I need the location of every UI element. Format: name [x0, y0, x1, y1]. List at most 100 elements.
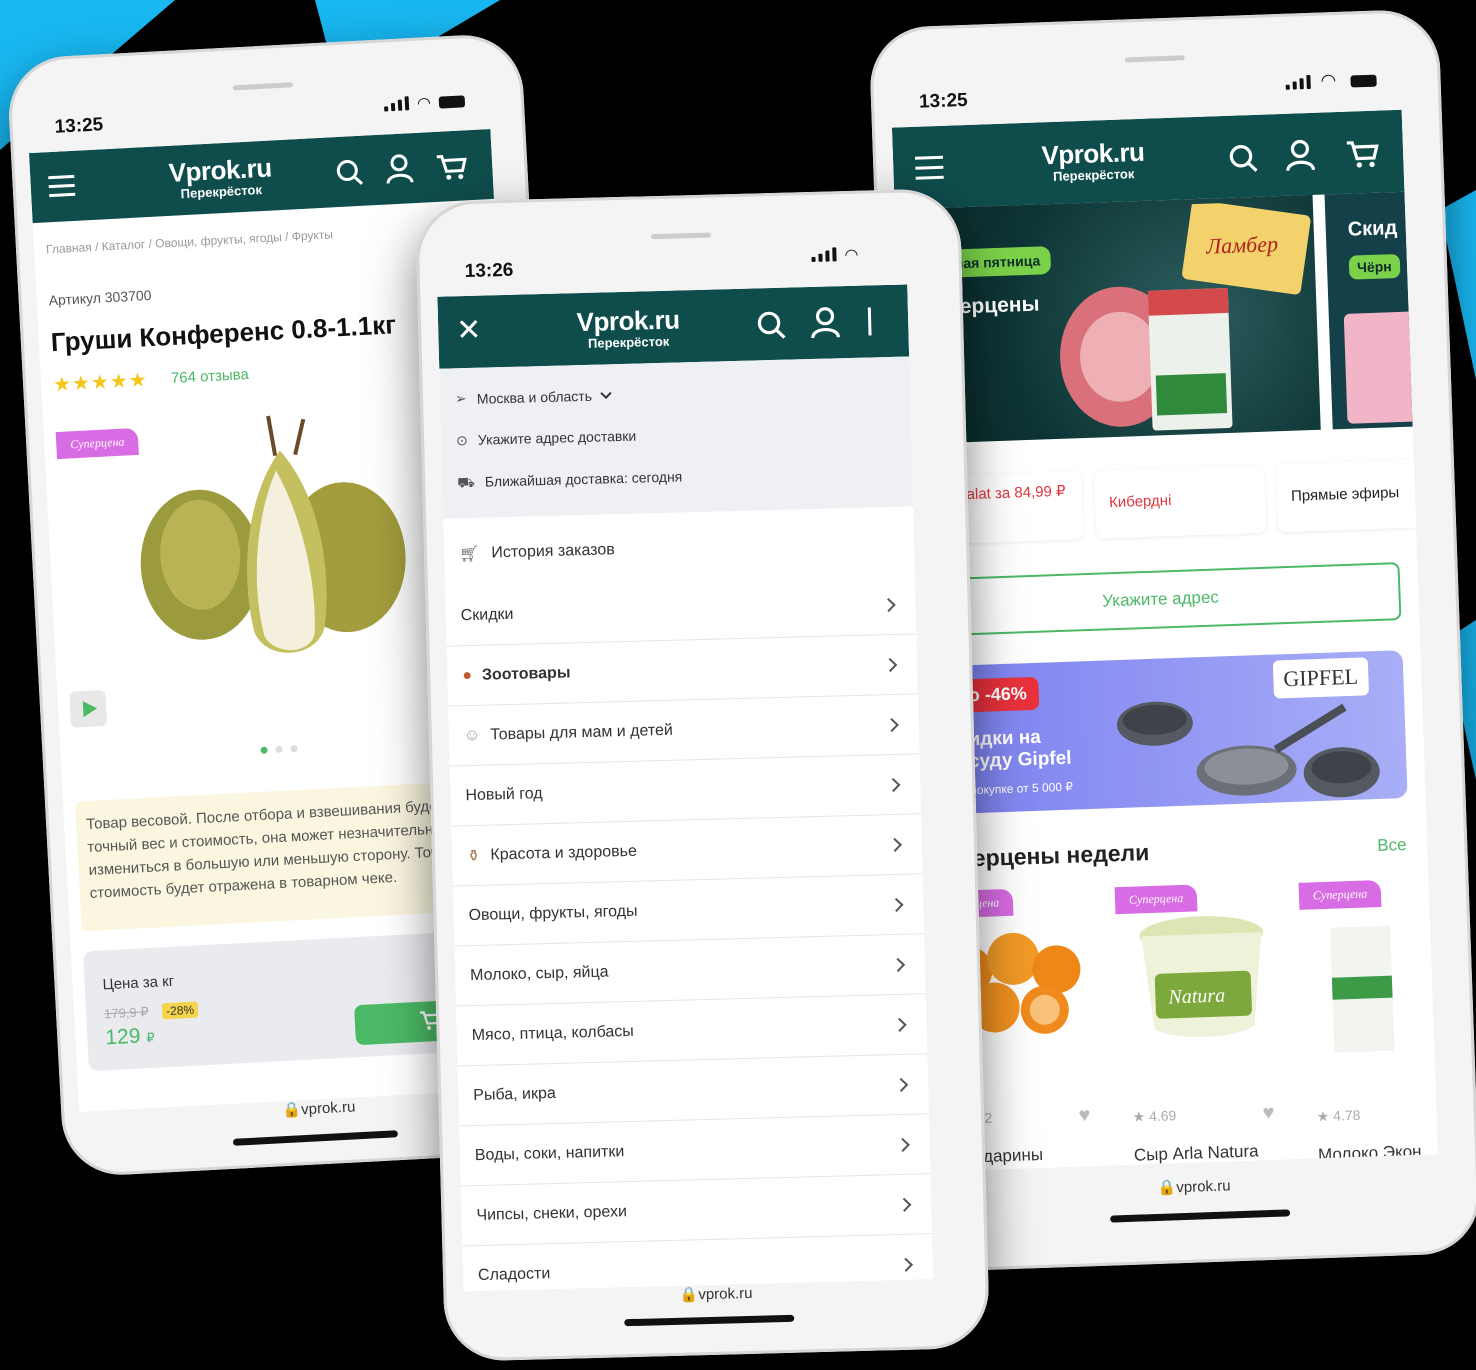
product-rating: ★ 4.69	[1132, 1107, 1177, 1125]
baby-icon: ☺	[463, 726, 481, 744]
chip-cyberdays[interactable]: Киберднi	[1094, 464, 1267, 539]
user-icon[interactable]	[1285, 139, 1316, 172]
status-time: 13:26	[464, 259, 514, 283]
location-panel: ➢ Москва и область ⊙ Укажите адрес доста…	[439, 356, 914, 519]
logo-text: Vprok.ru	[576, 304, 680, 338]
menu-item-label: Овощи, фрукты, ягоды	[468, 902, 638, 924]
gipfel-promo-banner[interactable]: До -46% Скидки на посуду Gipfel при поку…	[922, 650, 1408, 815]
menu-icon[interactable]	[914, 155, 944, 180]
speaker	[1124, 55, 1185, 63]
category-menu: Скидки ● Зоотовары ☺ Товары для мам и дете…	[444, 574, 933, 1291]
breadcrumb[interactable]: Главная / Каталог / Овощи, фрукты, ягоды…	[46, 227, 334, 256]
address-prompt-label: Укажите адрес доставки	[477, 427, 637, 448]
menu-item-label: Молоко, сыр, яйца	[469, 963, 609, 984]
menu-icon[interactable]	[48, 174, 76, 198]
phone-menu-page: 13:26 ◠ ✕ Vprok.ru Перекрёсток ➢ Москва …	[414, 188, 991, 1362]
wifi-icon: ◠	[416, 95, 432, 113]
menu-item-label: Зоотовары	[481, 663, 571, 684]
location-pin-icon: ⊙	[455, 432, 469, 449]
superprice-badge: Суперцена	[1298, 879, 1382, 910]
price-label: Цена за кг	[102, 972, 175, 994]
menu-item-label: Товары для мам и детей	[489, 721, 674, 744]
menu-item-label: Новый год	[465, 784, 543, 804]
menu-item-label: Воды, соки, напитки	[474, 1142, 625, 1164]
battery-icon	[1350, 74, 1377, 88]
menu-item-label: Мясо, птица, колбасы	[471, 1022, 635, 1044]
close-icon[interactable]: ✕	[456, 314, 482, 348]
menu-item-label: Скидки	[460, 605, 514, 624]
search-icon[interactable]	[335, 158, 364, 187]
cart-icon[interactable]	[435, 152, 468, 182]
discount-badge: -28%	[161, 1001, 199, 1020]
cart-icon[interactable]	[1345, 139, 1380, 170]
favorite-icon[interactable]: ♥	[1078, 1104, 1091, 1127]
product-card[interactable]: Суперцена ★ 4.78 Молоко Экон	[1298, 873, 1438, 1164]
navigation-icon: ➢	[454, 390, 467, 407]
wifi-icon: ◠	[844, 246, 859, 265]
carousel-dots[interactable]	[260, 744, 298, 754]
reviews-link[interactable]: 764 отзыва	[171, 366, 250, 387]
order-history-link[interactable]: 🛒︎ История заказов	[459, 540, 615, 564]
svg-text:Natura: Natura	[1167, 984, 1225, 1008]
user-icon[interactable]	[810, 306, 841, 339]
product-image	[1330, 925, 1395, 1053]
cart-outline-icon: 🛒︎	[458, 545, 480, 564]
search-icon[interactable]	[756, 310, 787, 341]
play-icon	[82, 700, 98, 718]
signal-icon	[811, 247, 837, 262]
region-label: Москва и область	[476, 387, 593, 407]
beauty-icon: ⚱	[466, 847, 481, 865]
banner2-title: Скид	[1347, 217, 1398, 241]
order-history-label: История заказов	[491, 541, 615, 562]
chip-live[interactable]: Прямые эфиры	[1275, 459, 1429, 533]
address-prompt[interactable]: ⊙ Укажите адрес доставки	[456, 428, 637, 450]
home-indicator[interactable]	[232, 1130, 398, 1146]
home-indicator[interactable]	[624, 1314, 795, 1327]
cart-icon[interactable]	[867, 307, 877, 336]
screen: ✕ Vprok.ru Перекрёсток ➢ Москва и област…	[437, 284, 934, 1292]
signal-icon	[1285, 74, 1311, 90]
video-play-button[interactable]	[69, 689, 108, 728]
speaker	[232, 82, 293, 91]
cookware-image	[1116, 701, 1380, 798]
favorite-icon[interactable]: ♥	[1262, 1102, 1275, 1125]
region-selector[interactable]: ➢ Москва и область	[454, 386, 612, 407]
product-rating: ★ 4.78	[1316, 1106, 1361, 1125]
logo-text: Vprok.ru	[167, 152, 273, 188]
home-indicator[interactable]	[1110, 1209, 1291, 1223]
product-title: Груши Конференс 0.8-1.1кг	[50, 309, 397, 358]
menu-item-label: Красота и здоровье	[490, 842, 638, 864]
truck-icon: ⛟	[457, 473, 476, 491]
product-image: Natura	[1139, 916, 1264, 1038]
menu-item-label: Чипсы, снеки, орехи	[476, 1202, 628, 1224]
site-logo[interactable]: Vprok.ru Перекрёсток	[558, 304, 699, 350]
section-all-link[interactable]: Все	[1377, 835, 1407, 856]
product-name: Сыр Arla Natura	[1133, 1141, 1259, 1165]
search-icon[interactable]	[1228, 143, 1259, 174]
site-logo[interactable]: Vprok.ru Перекрёсток	[1018, 136, 1169, 184]
superprice-badge: Суперцена	[1114, 884, 1198, 915]
delivery-label: Ближайшая доставка: сегодня	[484, 468, 683, 490]
status-time: 13:25	[918, 89, 969, 113]
old-price: 179,9 ₽	[103, 1004, 149, 1022]
browser-url[interactable]: 🔒vprok.ru	[909, 1168, 1476, 1206]
signal-icon	[384, 96, 410, 112]
paw-icon: ●	[462, 666, 473, 684]
chevron-down-icon	[600, 387, 612, 399]
user-icon[interactable]	[385, 153, 415, 184]
site-header: ✕ Vprok.ru Перекрёсток	[437, 284, 910, 369]
promo-banner-2[interactable]: Скид Чёрн	[1324, 191, 1413, 430]
banner2-tag: Чёрн	[1348, 253, 1401, 280]
logo-text: Vprok.ru	[1040, 136, 1145, 171]
battery-icon	[438, 95, 466, 109]
menu-item-label: Рыба, икра	[473, 1084, 556, 1104]
current-price: 129 ₽	[105, 1024, 155, 1051]
wifi-icon: ◠	[1320, 70, 1337, 91]
site-logo[interactable]: Vprok.ru Перекрёсток	[150, 152, 292, 202]
product-card[interactable]: Суперцена Natura ★ 4.69 ♥ Сыр Arla Natur…	[1114, 879, 1295, 1165]
speaker	[650, 232, 711, 240]
product-sku: Артикул 303700	[48, 286, 152, 309]
address-button[interactable]: Укажите адрес	[919, 562, 1402, 637]
logo-subtext: Перекрёсток	[1052, 166, 1135, 184]
price-currency: ₽	[145, 1029, 156, 1046]
